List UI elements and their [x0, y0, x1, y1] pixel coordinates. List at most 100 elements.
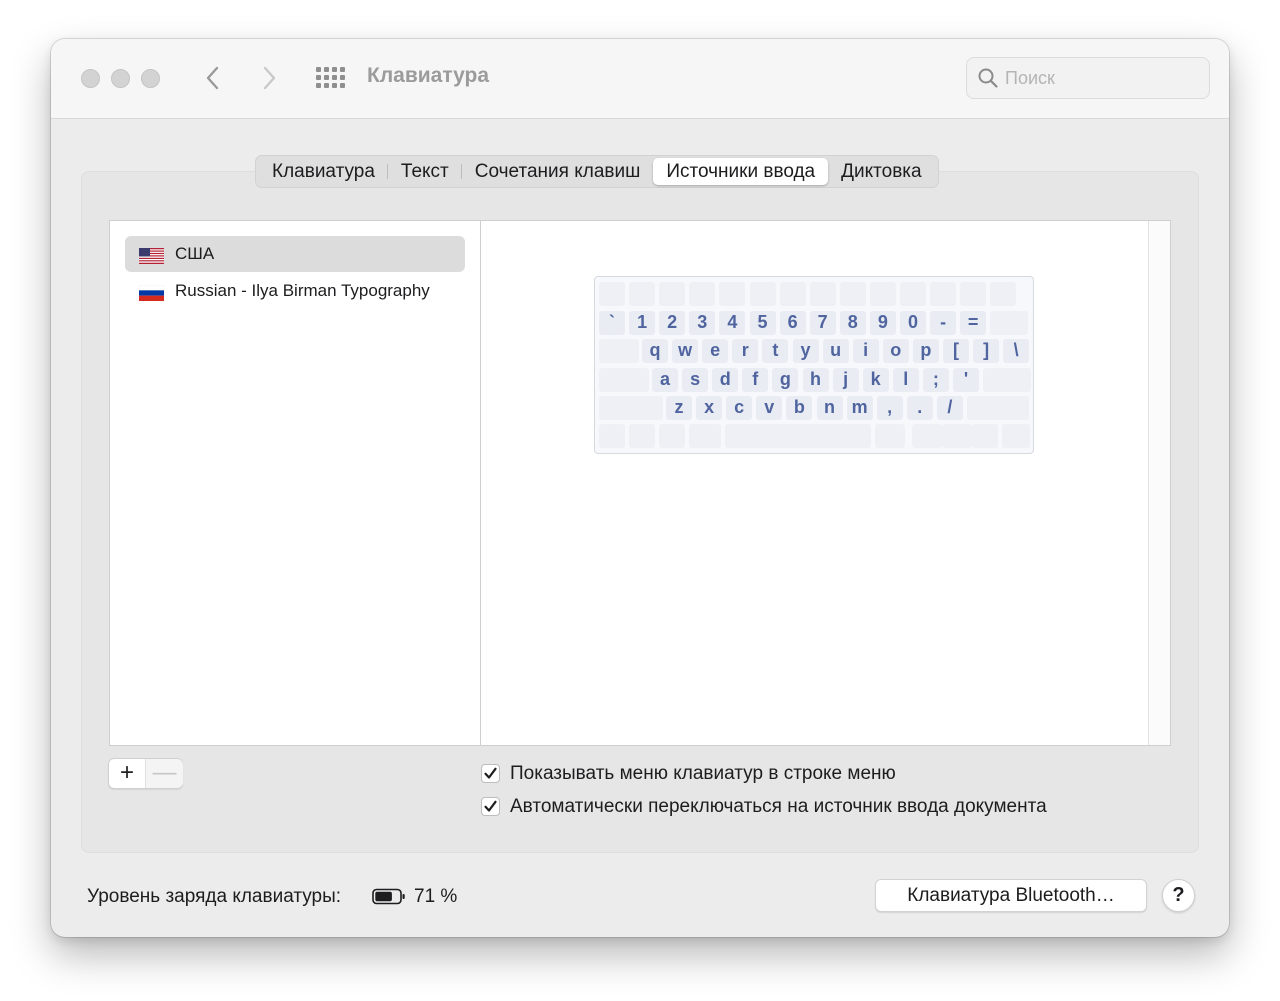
- keyboard-fn-key: [599, 282, 625, 306]
- keyboard-fn-key: [960, 282, 987, 306]
- scrollbar[interactable]: [1148, 221, 1170, 745]
- minimize-button[interactable]: [111, 69, 130, 88]
- keyboard-key: u: [822, 339, 849, 363]
- zoom-button[interactable]: [141, 69, 160, 88]
- list-item-russian[interactable]: Russian - Ilya Birman Typography: [125, 273, 465, 309]
- keyboard-key: a: [652, 368, 678, 392]
- grid-dot: [324, 67, 329, 72]
- keyboard-tab-key: [599, 339, 639, 363]
- tab-dictation[interactable]: Диктовка: [828, 158, 934, 185]
- keyboard-key: t: [762, 339, 789, 363]
- keyboard-key: 9: [869, 311, 896, 335]
- window-title: Клавиатура: [367, 64, 490, 87]
- keyboard-delete-key: [990, 311, 1029, 335]
- keyboard-key: ,: [876, 396, 903, 420]
- keyboard-key: 0: [900, 311, 926, 335]
- grid-dot: [324, 83, 329, 88]
- close-button[interactable]: [81, 69, 100, 88]
- keyboard-key: =: [960, 311, 987, 335]
- keyboard-fn-key: [719, 282, 746, 306]
- tab-input-sources[interactable]: Источники ввода: [653, 158, 829, 185]
- keyboard-modifier-key: [942, 424, 972, 448]
- keyboard-return-key: [983, 368, 1032, 392]
- keyboard-key: ': [953, 368, 979, 392]
- grid-dot: [332, 67, 337, 72]
- keyboard-key: ;: [922, 368, 949, 392]
- keyboard-key: 1: [629, 311, 656, 335]
- grid-dot: [332, 75, 337, 80]
- battery-fill: [375, 891, 392, 902]
- keyboard-key: 6: [779, 311, 806, 335]
- keyboard-key: r: [732, 339, 759, 363]
- keyboard-space-key: [725, 424, 871, 448]
- keyboard-key: s: [682, 368, 709, 392]
- search-field[interactable]: [966, 57, 1210, 99]
- tab-bar: Клавиатура Текст Сочетания клавиш Источн…: [255, 155, 939, 188]
- chevron-left-icon: [206, 66, 219, 90]
- show-menu-checkbox[interactable]: [481, 764, 500, 783]
- keyboard-caps-key: [599, 368, 649, 392]
- keyboard-modifier-key: [875, 424, 905, 448]
- auto-switch-checkbox[interactable]: [481, 797, 500, 816]
- checkmark-icon: [484, 767, 497, 779]
- keyboard-key: [: [943, 339, 969, 363]
- preferences-window: Клавиатура Клавиатура Текст Сочетания кл…: [51, 39, 1229, 937]
- tab-keyboard[interactable]: Клавиатура: [259, 158, 388, 185]
- keyboard-modifier-key: [629, 424, 655, 448]
- keyboard-key: q: [642, 339, 668, 363]
- keyboard-key: k: [862, 368, 889, 392]
- keyboard-key: e: [702, 339, 729, 363]
- checkmark-icon: [484, 800, 497, 812]
- keyboard-key: h: [802, 368, 829, 392]
- keyboard-key: 3: [689, 311, 716, 335]
- keyboard-key: -: [930, 311, 957, 335]
- keyboard-key: 2: [659, 311, 686, 335]
- grid-dot: [324, 75, 329, 80]
- grid-dot: [316, 83, 321, 88]
- keyboard-modifier-key: [689, 424, 721, 448]
- tab-shortcuts[interactable]: Сочетания клавиш: [462, 158, 654, 185]
- keyboard-fn-key: [749, 282, 776, 306]
- keyboard-key: p: [912, 339, 939, 363]
- auto-switch-label: Автоматически переключаться на источник …: [510, 796, 1047, 817]
- keyboard-key: v: [756, 396, 783, 420]
- list-item-usa[interactable]: США: [125, 236, 465, 272]
- keyboard-key: d: [712, 368, 739, 392]
- keyboard-key: w: [672, 339, 699, 363]
- grid-dot: [316, 75, 321, 80]
- battery-icon: [372, 888, 405, 905]
- keyboard-key: o: [882, 339, 909, 363]
- add-input-source-button[interactable]: +: [109, 759, 146, 788]
- grid-dot: [316, 67, 321, 72]
- keyboard-fn-key: [629, 282, 656, 306]
- forward-button[interactable]: [254, 63, 284, 93]
- keyboard-fn-key: [689, 282, 716, 306]
- us-flag-icon: [139, 248, 164, 264]
- grid-dot: [332, 83, 337, 88]
- keyboard-fn-key: [839, 282, 866, 306]
- help-button[interactable]: ?: [1162, 879, 1195, 912]
- keyboard-key: 8: [839, 311, 866, 335]
- keyboard-fn-key: [809, 282, 836, 306]
- keyboard-key: y: [792, 339, 819, 363]
- grid-dot: [340, 67, 345, 72]
- chevron-right-icon: [263, 66, 276, 90]
- keyboard-key: g: [772, 368, 799, 392]
- keyboard-key: \: [1003, 339, 1030, 363]
- back-button[interactable]: [198, 63, 228, 93]
- tab-text[interactable]: Текст: [388, 158, 462, 185]
- keyboard-key: 4: [719, 311, 746, 335]
- show-all-grid-icon[interactable]: [316, 67, 346, 91]
- keyboard-key: x: [696, 396, 723, 420]
- remove-input-source-button[interactable]: —: [146, 759, 183, 788]
- keyboard-key: .: [906, 396, 933, 420]
- search-icon: [978, 68, 998, 88]
- search-input[interactable]: [1005, 64, 1201, 92]
- bluetooth-keyboard-button[interactable]: Клавиатура Bluetooth…: [875, 879, 1147, 912]
- keyboard-key: j: [832, 368, 859, 392]
- input-sources-list: США Russian - Ilya Birman Typography: [109, 220, 481, 746]
- battery-level-value: 71 %: [414, 886, 458, 907]
- grid-dot: [340, 83, 345, 88]
- list-item-label: Russian - Ilya Birman Typography: [175, 281, 430, 300]
- keyboard-fn-key: [990, 282, 1017, 306]
